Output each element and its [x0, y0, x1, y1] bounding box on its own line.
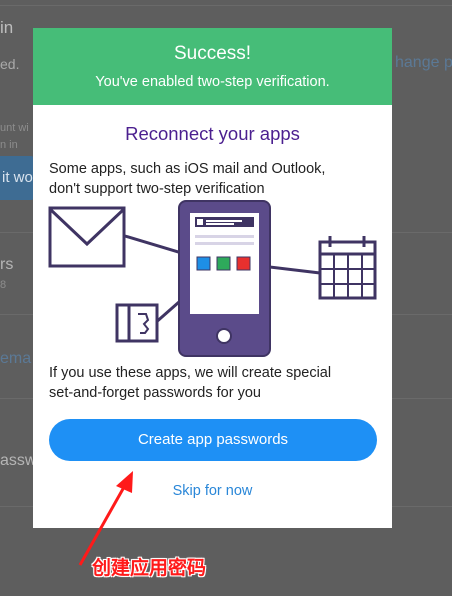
annotation-label: 创建应用密码 — [92, 557, 207, 579]
annotation-arrow — [78, 471, 133, 566]
